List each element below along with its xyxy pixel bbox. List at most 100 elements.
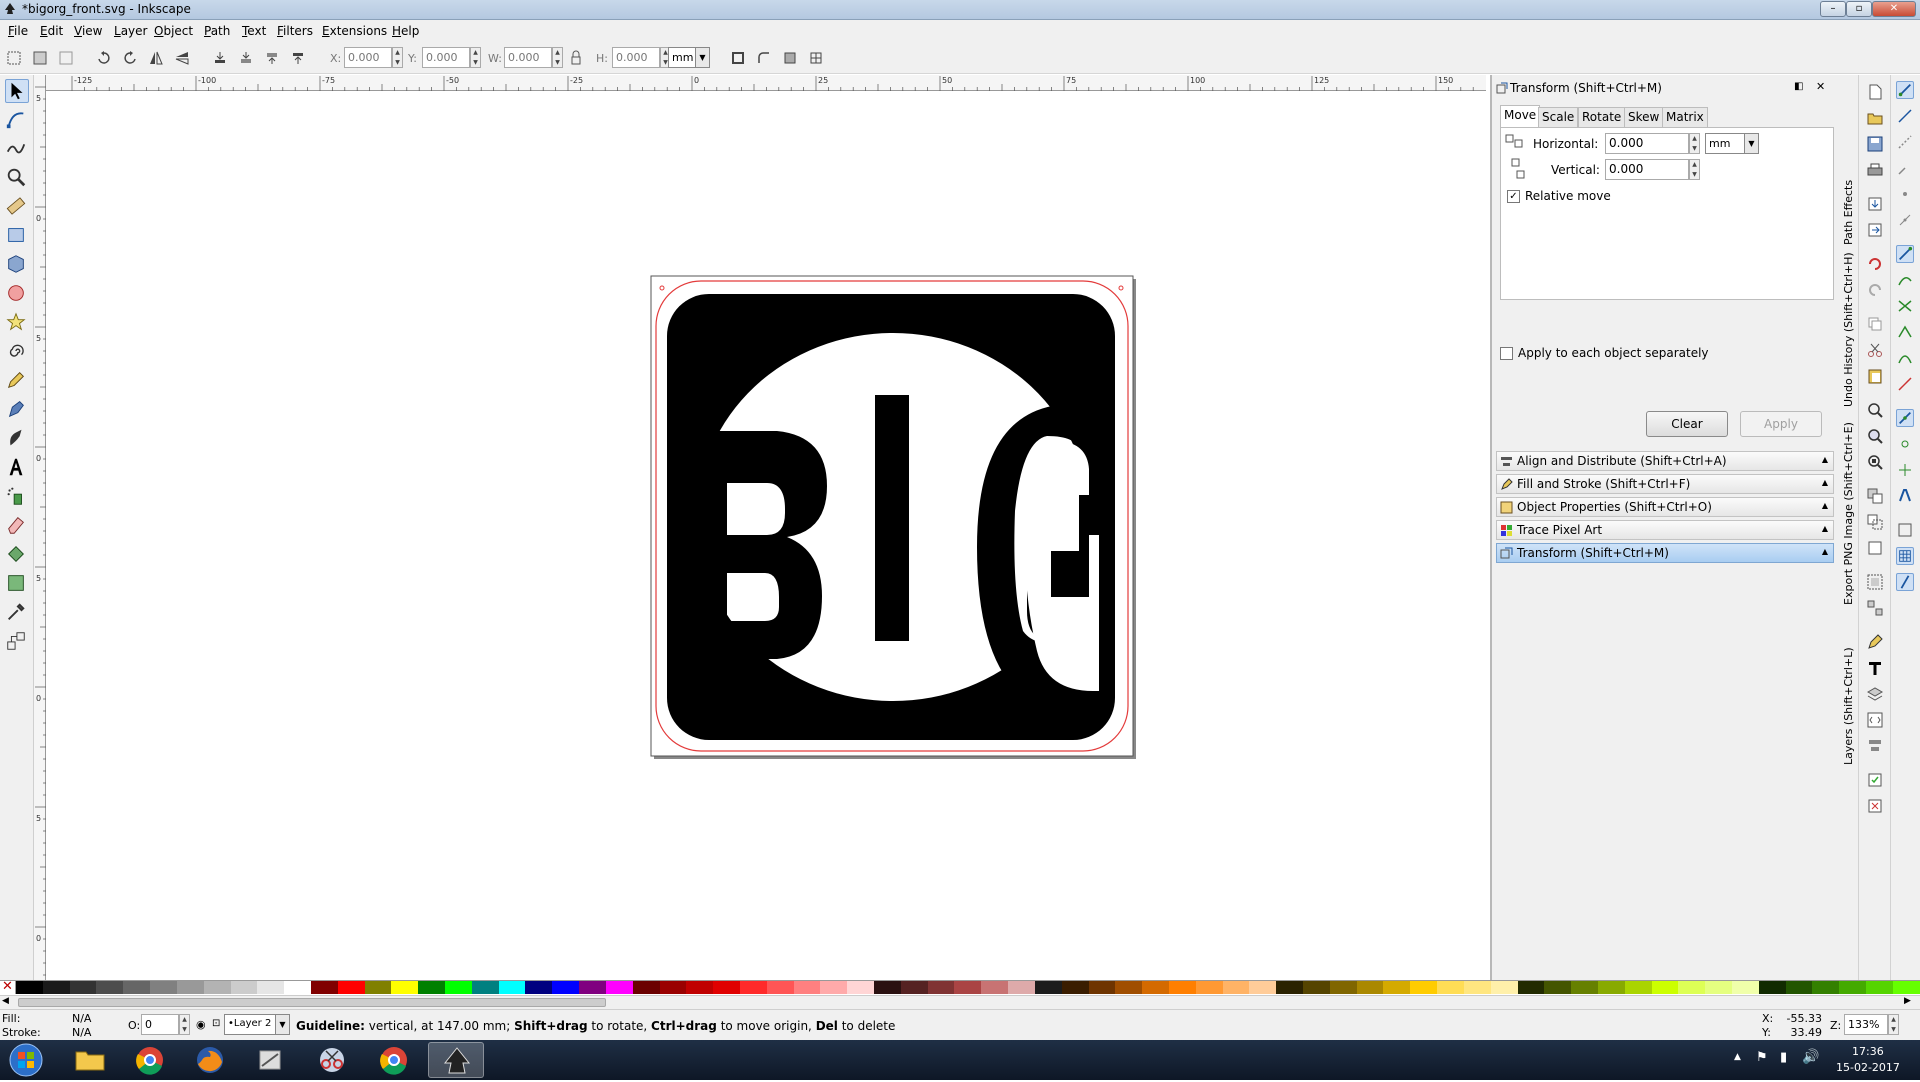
scroll-right-icon[interactable]: ▶ — [1904, 996, 1911, 1006]
color-swatch[interactable] — [1356, 981, 1384, 994]
color-swatch[interactable] — [1544, 981, 1572, 994]
color-swatch[interactable] — [1892, 981, 1920, 994]
zoom-tool[interactable] — [5, 166, 29, 190]
snap-object-centers-icon[interactable] — [1896, 435, 1914, 453]
snap-bbox-edge-icon[interactable] — [1896, 133, 1914, 151]
color-swatch[interactable] — [391, 981, 419, 994]
align-distribute-icon[interactable] — [1866, 737, 1884, 755]
clock-date[interactable]: 15-02-2017 — [1836, 1061, 1900, 1074]
zoom-drawing-icon[interactable] — [1866, 427, 1884, 445]
tab-rotate[interactable]: Rotate — [1578, 107, 1626, 127]
snap-bbox-center-icon[interactable] — [1896, 211, 1914, 229]
y-field[interactable]: 0.000 — [422, 47, 470, 68]
clock-time[interactable]: 17:36 — [1852, 1045, 1884, 1058]
color-swatch[interactable] — [42, 981, 70, 994]
dock-align-distribute[interactable]: Align and Distribute (Shift+Ctrl+A) ▲ — [1496, 451, 1834, 471]
preferences-icon[interactable] — [1866, 771, 1884, 789]
menu-path[interactable]: Path — [204, 24, 230, 38]
lock-icon[interactable]: ⊡ — [212, 1018, 220, 1029]
snap-smooth-nodes-icon[interactable] — [1896, 349, 1914, 367]
lower-to-bottom-icon[interactable] — [212, 50, 228, 66]
color-swatch[interactable] — [284, 981, 311, 994]
eraser-tool[interactable] — [5, 514, 29, 538]
duplicate-icon[interactable] — [1866, 487, 1884, 505]
lower-icon[interactable] — [238, 50, 254, 66]
color-swatch[interactable] — [1222, 981, 1250, 994]
rotate-ccw-icon[interactable] — [96, 50, 112, 66]
rotate-cw-icon[interactable] — [122, 50, 138, 66]
taskbar-chrome[interactable] — [122, 1042, 178, 1078]
vertical-input[interactable]: 0.000 — [1605, 159, 1689, 180]
menu-view[interactable]: View — [74, 24, 102, 38]
side-tab-export-png[interactable]: Export PNG Image (Shift+Ctrl+E) — [1841, 417, 1857, 605]
color-swatch[interactable] — [1651, 981, 1679, 994]
start-icon[interactable] — [6, 1042, 46, 1078]
tweak-tool[interactable] — [5, 137, 29, 161]
color-swatch[interactable] — [981, 981, 1009, 994]
pencil-tool[interactable] — [5, 369, 29, 393]
color-swatch[interactable] — [1517, 981, 1545, 994]
color-swatch[interactable] — [230, 981, 258, 994]
clone-icon[interactable] — [1866, 513, 1884, 531]
horizontal-spinner[interactable]: ▲ ▼ — [1689, 133, 1700, 154]
color-swatch[interactable] — [820, 981, 848, 994]
color-swatch[interactable] — [1490, 981, 1518, 994]
snap-line-midpoints-icon[interactable] — [1896, 375, 1914, 393]
tray-expand-icon[interactable]: ▲ — [1734, 1052, 1741, 1062]
taskbar-snipping-tool[interactable] — [304, 1042, 360, 1078]
vertical-spinner[interactable]: ▲ ▼ — [1689, 159, 1700, 180]
unit-select[interactable]: mm ▼ — [668, 47, 710, 68]
color-swatch[interactable] — [579, 981, 606, 994]
color-swatch[interactable] — [1034, 981, 1062, 994]
ellipse-tool[interactable] — [5, 282, 29, 306]
dock-transform[interactable]: Transform (Shift+Ctrl+M) ▲ — [1496, 543, 1834, 563]
x-spinner[interactable]: ▲ ▼ — [392, 47, 403, 68]
scale-corners-icon[interactable] — [756, 50, 772, 66]
print-icon[interactable] — [1866, 161, 1884, 179]
undo-icon[interactable] — [1866, 255, 1884, 273]
fill-stroke-icon[interactable] — [1866, 633, 1884, 651]
paint-bucket-tool[interactable] — [5, 543, 29, 567]
group-icon[interactable] — [1866, 573, 1884, 591]
apply-each-checkbox[interactable] — [1500, 347, 1513, 360]
color-swatch[interactable] — [1410, 981, 1438, 994]
gradient-tool[interactable] — [5, 572, 29, 596]
color-swatch[interactable] — [1008, 981, 1035, 994]
logo-letter-i[interactable] — [875, 395, 909, 641]
snap-page-border-icon[interactable] — [1896, 521, 1914, 539]
color-swatch[interactable] — [1383, 981, 1411, 994]
dropper-tool[interactable] — [5, 601, 29, 625]
color-swatch[interactable] — [337, 981, 365, 994]
zoom-page-icon[interactable] — [1866, 453, 1884, 471]
color-swatch[interactable] — [1812, 981, 1840, 994]
color-swatch[interactable] — [1142, 981, 1169, 994]
dock-object-properties[interactable]: Object Properties (Shift+Ctrl+O) ▲ — [1496, 497, 1834, 517]
taskbar-chrome-2[interactable] — [366, 1042, 422, 1078]
pen-tool[interactable] — [5, 398, 29, 422]
cut-icon[interactable] — [1866, 341, 1884, 359]
star-tool[interactable] — [5, 311, 29, 335]
select-all-icon[interactable] — [6, 50, 22, 66]
menu-edit[interactable]: Edit — [40, 24, 63, 38]
color-swatch[interactable] — [1678, 981, 1706, 994]
text-font-icon[interactable] — [1866, 659, 1884, 677]
drawing-canvas[interactable] — [47, 91, 1487, 980]
dock-fill-stroke[interactable]: Fill and Stroke (Shift+Ctrl+F) ▲ — [1496, 474, 1834, 494]
network-icon[interactable]: ▮ — [1780, 1050, 1787, 1065]
w-field[interactable]: 0.000 — [504, 47, 552, 68]
menu-filters[interactable]: Filters — [277, 24, 313, 38]
color-swatch[interactable] — [1597, 981, 1625, 994]
raise-to-top-icon[interactable] — [290, 50, 306, 66]
color-swatch[interactable] — [1195, 981, 1223, 994]
volume-icon[interactable]: 🔊 — [1802, 1049, 1819, 1065]
color-swatch[interactable] — [96, 981, 124, 994]
measure-tool[interactable] — [5, 195, 29, 219]
copy-icon[interactable] — [1866, 315, 1884, 333]
snap-guides-icon[interactable] — [1896, 573, 1914, 591]
tab-move[interactable]: Move — [1500, 105, 1541, 127]
color-swatch[interactable] — [847, 981, 874, 994]
snap-intersections-icon[interactable] — [1896, 297, 1914, 315]
color-swatch[interactable] — [364, 981, 392, 994]
layer-select[interactable]: •Layer 2 ▼ — [224, 1014, 290, 1035]
color-swatch[interactable] — [150, 981, 177, 994]
